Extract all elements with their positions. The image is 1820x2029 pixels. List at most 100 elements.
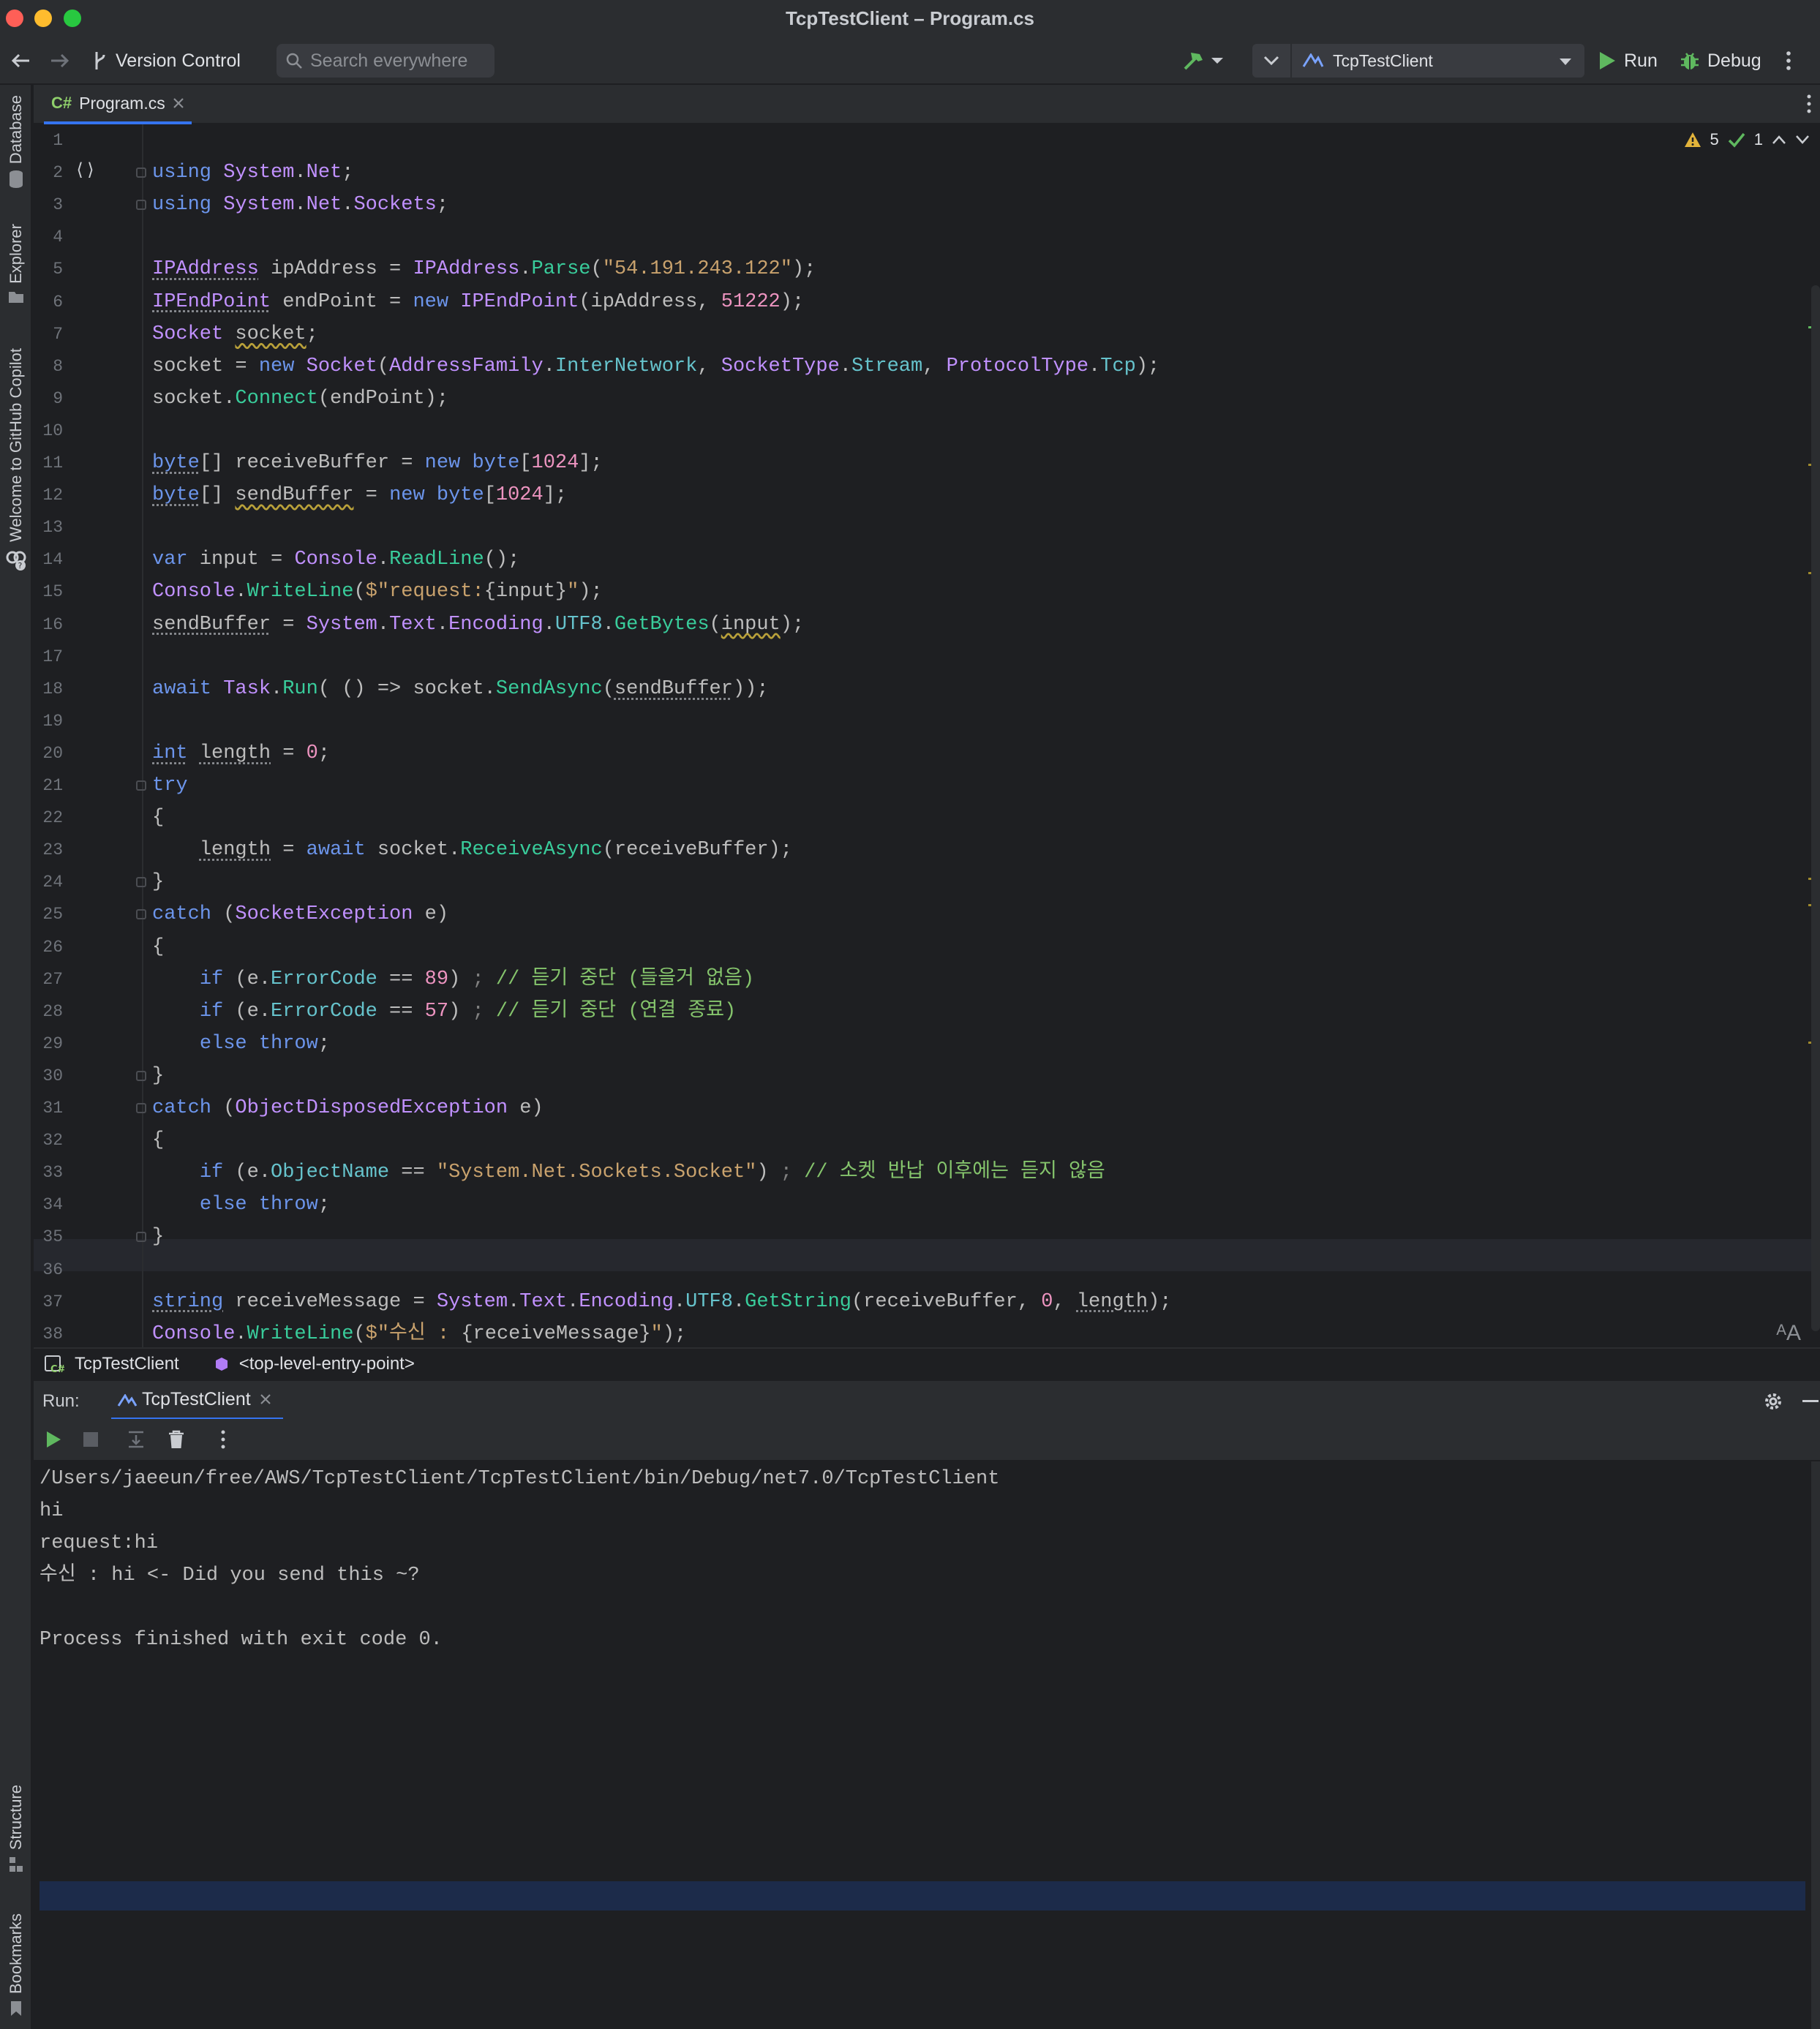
line-number: 17	[42, 647, 63, 666]
structure-tool-button[interactable]: Structure	[0, 1785, 32, 1873]
code-line: var input = Console.ReadLine();	[152, 543, 519, 576]
console-scrollbar[interactable]	[1811, 1461, 1820, 2029]
chevron-down-icon[interactable]	[1795, 135, 1810, 145]
rerun-button[interactable]	[44, 1429, 63, 1453]
fold-marker[interactable]	[136, 1232, 146, 1243]
folder-icon	[9, 291, 23, 303]
line-number: 6	[53, 292, 63, 312]
code-token: System	[223, 162, 295, 184]
fold-marker[interactable]	[136, 1070, 146, 1081]
code-token: System	[306, 613, 377, 636]
code-token: .	[235, 1322, 247, 1345]
fold-marker[interactable]	[136, 167, 146, 178]
code-token: Connect	[235, 387, 318, 410]
stop-button[interactable]	[82, 1431, 99, 1452]
code-token: ];	[579, 452, 603, 474]
fold-marker[interactable]	[136, 200, 146, 211]
code-token: e)	[508, 1097, 544, 1119]
forward-button[interactable]	[48, 37, 70, 85]
tab-options-button[interactable]	[1805, 94, 1813, 118]
clear-console-button[interactable]	[167, 1429, 186, 1453]
code-token: endPoint =	[271, 290, 413, 313]
code-token: (endPoint);	[317, 387, 449, 410]
version-control-button[interactable]: Version Control	[92, 37, 241, 85]
scroll-to-end-button[interactable]	[126, 1429, 146, 1453]
explorer-tool-button[interactable]: Explorer	[0, 224, 32, 304]
chevron-up-icon[interactable]	[1772, 135, 1786, 145]
fold-marker[interactable]	[136, 780, 146, 791]
inspection-widget[interactable]: 5 1	[1684, 130, 1810, 149]
code-token: ==	[377, 1000, 425, 1023]
reader-mode-icon[interactable]: ᴬA	[1776, 1321, 1801, 1346]
gear-icon	[1765, 1393, 1781, 1409]
code-token: (	[223, 1097, 236, 1119]
code-token: new	[389, 484, 437, 507]
search-everywhere-field[interactable]: Search everywhere	[277, 44, 495, 78]
run-button[interactable]: Run	[1598, 37, 1658, 85]
run-label: Run	[1624, 50, 1658, 71]
arrow-right-icon	[51, 53, 69, 68]
close-icon[interactable]	[173, 97, 184, 109]
code-token: ;	[317, 1032, 331, 1055]
code-token: ==	[377, 968, 425, 990]
code-token: {	[152, 936, 165, 958]
breadcrumb-project[interactable]: TcpTestClient	[75, 1354, 179, 1374]
code-editor[interactable]: ⟨⟩ 1 2 using System.Net; 3 using System.Net.…	[34, 124, 1820, 1347]
code-token: .	[377, 613, 390, 636]
breadcrumb-member[interactable]: <top-level-entry-point>	[239, 1354, 415, 1374]
code-token: [	[519, 452, 532, 474]
run-tab-tcptestclient[interactable]: TcpTestClient	[111, 1381, 283, 1420]
database-tool-button[interactable]: Database	[0, 95, 32, 189]
editor-scrollbar[interactable]	[1811, 285, 1820, 1331]
line-number: 27	[42, 969, 63, 989]
debug-button[interactable]: Debug	[1680, 37, 1761, 85]
minimize-panel-button[interactable]	[1802, 1400, 1819, 1402]
fold-marker[interactable]	[136, 1103, 146, 1113]
main-toolbar: Version Control Search everywhere TcpTes…	[0, 37, 1820, 85]
code-token: .	[567, 1290, 579, 1313]
code-token: WriteLine	[247, 1322, 354, 1345]
code-token: else throw	[199, 1194, 318, 1216]
code-token: "54.191.243.122"	[602, 258, 792, 281]
code-token: ObjectName	[271, 1162, 390, 1184]
warning-icon	[1684, 132, 1701, 147]
run-more-button[interactable]	[219, 1429, 227, 1453]
code-line: {	[152, 1124, 164, 1156]
explorer-tool-label: Explorer	[7, 224, 25, 284]
chevron-down-icon	[1560, 59, 1571, 65]
code-token: 89	[424, 968, 449, 990]
bookmarks-tool-button[interactable]: Bookmarks	[0, 1913, 32, 2017]
code-token: new	[413, 290, 461, 313]
code-token: try	[152, 775, 188, 797]
run-configuration-select[interactable]: TcpTestClient	[1292, 44, 1584, 78]
build-button[interactable]	[1181, 37, 1225, 85]
code-token: Console	[152, 1322, 236, 1345]
code-token: .	[543, 355, 555, 377]
warning-count: 5	[1710, 130, 1719, 148]
close-icon[interactable]	[260, 1393, 271, 1405]
code-token: sendBuffer	[235, 484, 354, 507]
code-token: {	[152, 807, 165, 829]
code-token: }	[152, 1226, 165, 1249]
more-actions-button[interactable]	[1785, 37, 1792, 85]
console-line: Process finished with exit code 0.	[40, 1629, 443, 1651]
github-copilot-tool-button[interactable]: Welcome to GitHub Copilot ?	[0, 348, 32, 571]
code-token: );	[780, 290, 805, 313]
line-number: 22	[42, 808, 63, 828]
code-token: .	[602, 613, 614, 636]
tab-program-cs[interactable]: C# Program.cs	[44, 85, 192, 124]
configuration-chevron-button[interactable]	[1252, 44, 1290, 78]
code-token: }	[152, 1064, 165, 1087]
code-token: ,	[922, 355, 947, 377]
search-placeholder: Search everywhere	[310, 50, 468, 71]
console-line: /Users/jaeeun/free/AWS/TcpTestClient/Tcp…	[40, 1468, 1000, 1490]
fold-marker[interactable]	[136, 877, 146, 888]
run-console[interactable]: /Users/jaeeun/free/AWS/TcpTestClient/Tcp…	[34, 1461, 1820, 2029]
code-line: if (e.ErrorCode == 57) ; // 듣기 중단 (연결 종료…	[152, 995, 736, 1028]
run-settings-button[interactable]	[1763, 1391, 1783, 1415]
fold-marker[interactable]	[136, 909, 146, 920]
code-token: ));	[732, 677, 769, 700]
line-number: 3	[53, 195, 63, 215]
back-button[interactable]	[10, 37, 32, 85]
